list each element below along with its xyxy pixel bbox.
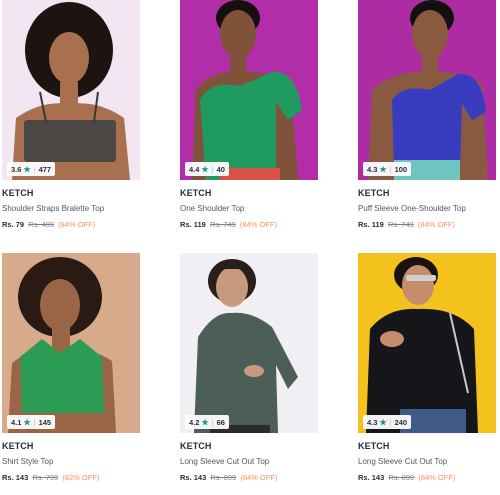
model-photo — [180, 253, 318, 433]
price: Rs. 79 — [2, 220, 25, 229]
price-row: Rs. 119 Rs. 749 (84% OFF) — [358, 220, 496, 229]
mrp: Rs. 749 — [387, 220, 414, 229]
price: Rs. 143 — [2, 473, 29, 482]
brand-name: KETCH — [2, 188, 34, 198]
model-photo — [180, 0, 318, 180]
model-photo — [2, 0, 140, 180]
rating-badge: 3.6 ★ | 477 — [7, 162, 56, 176]
rating-count: 100 — [394, 164, 408, 174]
model-photo — [358, 253, 496, 433]
discount: (84% OFF) — [417, 220, 455, 229]
rating-badge: 4.4 ★ | 40 — [185, 162, 229, 176]
mrp: Rs. 899 — [388, 473, 415, 482]
rating-value: 3.6 — [11, 164, 22, 174]
brand-name: KETCH — [358, 441, 390, 451]
product-image[interactable]: 4.3 ★ | 100 — [358, 0, 496, 180]
rating-count: 477 — [38, 164, 52, 174]
product-card-2[interactable]: 4.4 ★ | 40 KETCH One Shoulder Top Rs. 11… — [180, 0, 318, 229]
product-card-3[interactable]: 4.3 ★ | 100 KETCH Puff Sleeve One-Should… — [358, 0, 496, 229]
rating-count: 40 — [216, 164, 225, 174]
rating-value: 4.3 — [367, 417, 378, 427]
brand-name: KETCH — [358, 188, 390, 198]
brand-name: KETCH — [2, 441, 34, 451]
discount: (82% OFF) — [62, 473, 100, 482]
divider: | — [389, 417, 392, 427]
discount: (84% OFF) — [240, 473, 278, 482]
rating-count: 66 — [216, 417, 225, 427]
rating-badge: 4.1 ★ | 145 — [7, 415, 56, 429]
discount: (84% OFF) — [418, 473, 456, 482]
star-icon: ★ — [379, 164, 387, 174]
price: Rs. 119 — [358, 220, 384, 229]
product-image[interactable]: 4.1 ★ | 145 — [2, 253, 140, 433]
rating-badge: 4.3 ★ | 240 — [363, 415, 412, 429]
mrp: Rs. 499 — [28, 220, 55, 229]
mrp: Rs. 899 — [210, 473, 237, 482]
product-title: Puff Sleeve One-Shoulder Top — [358, 204, 466, 213]
price: Rs. 143 — [180, 473, 207, 482]
price-row: Rs. 143 Rs. 899 (84% OFF) — [180, 473, 318, 482]
rating-value: 4.3 — [367, 164, 378, 174]
star-icon: ★ — [201, 164, 209, 174]
model-photo — [2, 253, 140, 433]
star-icon: ★ — [201, 417, 209, 427]
product-image[interactable]: 4.3 ★ | 240 — [358, 253, 496, 433]
product-image[interactable]: 4.4 ★ | 40 — [180, 0, 318, 180]
product-card-5[interactable]: 4.2 ★ | 66 KETCH Long Sleeve Cut Out Top… — [180, 253, 318, 482]
rating-value: 4.4 — [189, 164, 200, 174]
rating-badge: 4.2 ★ | 66 — [185, 415, 229, 429]
mrp: Rs. 749 — [209, 220, 236, 229]
product-title: Long Sleeve Cut Out Top — [358, 457, 448, 466]
divider: | — [211, 164, 214, 174]
star-icon: ★ — [23, 417, 31, 427]
discount: (84% OFF) — [239, 220, 277, 229]
price-row: Rs. 79 Rs. 499 (84% OFF) — [2, 220, 140, 229]
divider: | — [211, 417, 214, 427]
model-photo — [358, 0, 496, 180]
brand-name: KETCH — [180, 188, 212, 198]
product-title: Shirt Style Top — [2, 457, 54, 466]
star-icon: ★ — [379, 417, 387, 427]
price: Rs. 143 — [358, 473, 385, 482]
product-image[interactable]: 3.6 ★ | 477 — [2, 0, 140, 180]
rating-count: 145 — [38, 417, 52, 427]
rating-count: 240 — [394, 417, 408, 427]
divider: | — [33, 164, 36, 174]
price-row: Rs. 143 Rs. 799 (82% OFF) — [2, 473, 140, 482]
star-icon: ★ — [23, 164, 31, 174]
rating-value: 4.1 — [11, 417, 22, 427]
divider: | — [33, 417, 36, 427]
rating-badge: 4.3 ★ | 100 — [363, 162, 412, 176]
brand-name: KETCH — [180, 441, 212, 451]
price: Rs. 119 — [180, 220, 206, 229]
product-title: Shoulder Straps Bralette Top — [2, 204, 105, 213]
product-card-6[interactable]: 4.3 ★ | 240 KETCH Long Sleeve Cut Out To… — [358, 253, 496, 482]
product-card-1[interactable]: 3.6 ★ | 477 KETCH Shoulder Straps Bralet… — [2, 0, 140, 229]
divider: | — [389, 164, 392, 174]
discount: (84% OFF) — [58, 220, 96, 229]
product-title: One Shoulder Top — [180, 204, 245, 213]
product-card-4[interactable]: 4.1 ★ | 145 KETCH Shirt Style Top Rs. 14… — [2, 253, 140, 482]
mrp: Rs. 799 — [32, 473, 59, 482]
product-image[interactable]: 4.2 ★ | 66 — [180, 253, 318, 433]
product-title: Long Sleeve Cut Out Top — [180, 457, 270, 466]
price-row: Rs. 119 Rs. 749 (84% OFF) — [180, 220, 318, 229]
price-row: Rs. 143 Rs. 899 (84% OFF) — [358, 473, 496, 482]
rating-value: 4.2 — [189, 417, 200, 427]
